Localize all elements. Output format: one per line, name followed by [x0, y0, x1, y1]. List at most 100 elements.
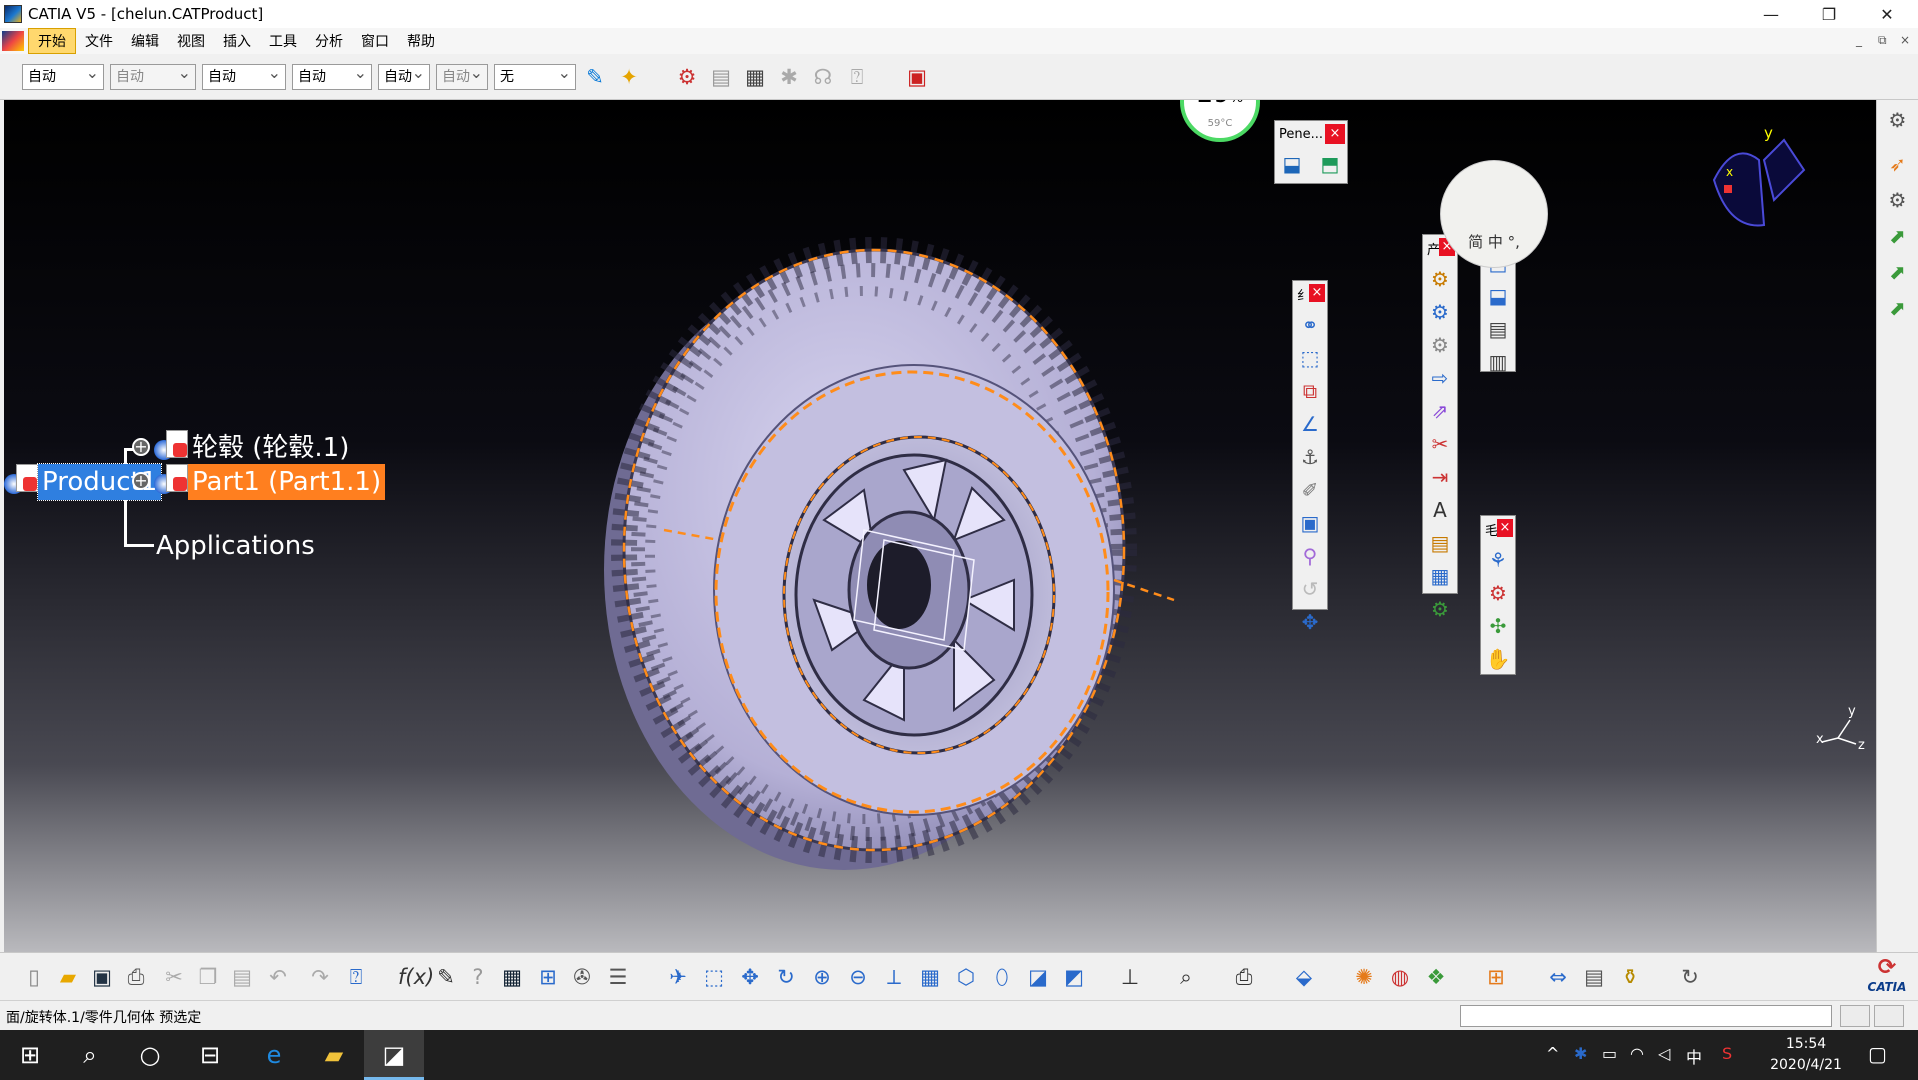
undo-icon[interactable]: ↶	[264, 963, 292, 991]
menu-help[interactable]: 帮助	[398, 29, 444, 53]
task-view-icon[interactable]: ⊟	[180, 1030, 240, 1080]
rendering-style-select[interactable]: 自动	[436, 61, 488, 90]
zoom-in-icon[interactable]: ⊕	[808, 963, 836, 991]
painter-icon[interactable]: ✎	[582, 64, 608, 90]
menu-tools[interactable]: 工具	[260, 29, 306, 53]
formula-icon[interactable]: ⍰	[844, 64, 870, 90]
fix-together-icon[interactable]: ✐	[1295, 475, 1325, 505]
texture-icon[interactable]: ❖	[1422, 963, 1450, 991]
angle-icon[interactable]: ∠	[1295, 409, 1325, 439]
new-product-icon[interactable]: ⚙	[1425, 297, 1455, 327]
existing-component-icon[interactable]: ⇨	[1425, 363, 1455, 393]
clock[interactable]: 15:54 2020/4/21	[1754, 1034, 1858, 1076]
tray-volume-icon[interactable]: ◁	[1658, 1044, 1670, 1063]
space-analysis-close-button[interactable]: ×	[1497, 519, 1513, 537]
power-input[interactable]	[1460, 1005, 1832, 1027]
color-select[interactable]: 自动	[22, 61, 104, 90]
rotate-icon[interactable]: ↻	[772, 963, 800, 991]
sectioning-icon[interactable]: ⚙	[1483, 578, 1513, 608]
knowledge-icon[interactable]: ☊	[810, 64, 836, 90]
ime-floating-widget[interactable]: 简 中 °,	[1440, 160, 1548, 268]
power-input-btn-1[interactable]	[1840, 1005, 1870, 1027]
print-icon[interactable]: ⎙	[122, 963, 150, 991]
menu-insert[interactable]: 插入	[214, 29, 260, 53]
doc-restore-button[interactable]: ⧉	[1878, 33, 1887, 48]
open-file-icon[interactable]: ▰	[54, 963, 82, 991]
zoom-out-icon[interactable]: ⊖	[844, 963, 872, 991]
select-filter-icon[interactable]: ⚙	[1883, 185, 1913, 215]
image-capture-icon[interactable]: ⎙	[1230, 963, 1258, 991]
doc-close-button[interactable]: ×	[1900, 33, 1910, 47]
reuse-pattern-icon[interactable]: ↺	[1295, 574, 1325, 604]
tray-chevron-icon[interactable]: ^	[1546, 1044, 1559, 1063]
layer-select[interactable]: 无	[494, 61, 576, 90]
close-button[interactable]: ✕	[1858, 0, 1916, 28]
paste-icon[interactable]: ▤	[228, 963, 256, 991]
contact-icon[interactable]: ⬚	[1295, 343, 1325, 373]
capture-camera-icon[interactable]: ⌕	[1172, 963, 1200, 991]
multi-view-icon[interactable]: ▦	[916, 963, 944, 991]
tree-node-part1[interactable]: Part1 (Part1.1)	[188, 464, 386, 500]
new-component-icon[interactable]: ⚙	[1425, 264, 1455, 294]
open-catalog-icon[interactable]: ▤	[708, 64, 734, 90]
knowledge-param-icon[interactable]: ?	[464, 963, 492, 991]
catia-menu-logo-icon[interactable]	[2, 31, 24, 51]
selective-load-icon[interactable]: ▤	[1425, 528, 1455, 558]
power-input-btn-2[interactable]	[1874, 1005, 1904, 1027]
menu-file[interactable]: 文件	[76, 29, 122, 53]
tray-battery-icon[interactable]: ▭	[1602, 1044, 1617, 1063]
catia-taskbar-icon[interactable]: ◪	[364, 1030, 424, 1080]
tree-node-applications[interactable]: Applications	[152, 528, 319, 564]
new-part-icon[interactable]: ⚙	[1425, 330, 1455, 360]
offset-icon[interactable]: ⧉	[1295, 376, 1325, 406]
tray-sogou-icon[interactable]: S	[1722, 1044, 1732, 1063]
insert-product-icon[interactable]: ⬈	[1883, 257, 1913, 287]
redo-icon[interactable]: ↷	[306, 963, 334, 991]
isometric-view-icon[interactable]: ⬡	[952, 963, 980, 991]
start-windows-icon[interactable]: ⊞	[0, 1030, 60, 1080]
catalog-icon[interactable]: ⚙	[674, 64, 700, 90]
analysis-table-icon[interactable]: ☰	[604, 963, 632, 991]
brush-icon[interactable]: ✦	[616, 64, 642, 90]
explode-icon[interactable]: ▤	[1483, 314, 1513, 344]
tray-bluetooth-icon[interactable]: ✱	[1574, 1044, 1587, 1063]
update-icon[interactable]: ✥	[1295, 607, 1325, 637]
menu-start[interactable]: 开始	[28, 28, 76, 54]
catalog-browser-icon[interactable]: ▤	[1580, 963, 1608, 991]
render-icon[interactable]: ✺	[1350, 963, 1378, 991]
maximize-button[interactable]: ❐	[1800, 0, 1858, 28]
generate-numbering-icon[interactable]: A	[1425, 495, 1455, 525]
tree-node-hub[interactable]: 轮毂 (轮毂.1)	[188, 430, 353, 466]
law-icon[interactable]: ⊞	[534, 963, 562, 991]
tray-ime-language[interactable]: 中	[1686, 1044, 1702, 1068]
expand-plus-icon[interactable]: +	[132, 472, 150, 490]
select-arrow-icon[interactable]: ➶	[1883, 149, 1913, 179]
normal-view-icon[interactable]: ⟂	[880, 963, 908, 991]
snap-icon[interactable]: ⬓	[1483, 281, 1513, 311]
fit-all-icon[interactable]: ⬚	[700, 963, 728, 991]
new-file-icon[interactable]: ▯	[20, 963, 48, 991]
line-type-select[interactable]: 自动	[292, 61, 372, 90]
expand-plus-icon[interactable]: +	[132, 438, 150, 456]
file-explorer-icon[interactable]: ▰	[304, 1030, 364, 1080]
menu-analyze[interactable]: 分析	[306, 29, 352, 53]
dimension-icon[interactable]: ⇔	[1544, 963, 1572, 991]
fly-mode-icon[interactable]: ✈	[664, 963, 692, 991]
apply-material-icon[interactable]: ◍	[1386, 963, 1414, 991]
menu-window[interactable]: 窗口	[352, 29, 398, 53]
analysis-icon[interactable]: ▦	[742, 64, 768, 90]
menu-view[interactable]: 视图	[168, 29, 214, 53]
edge-browser-icon[interactable]: e	[244, 1030, 304, 1080]
replace-component-icon[interactable]: ✂	[1425, 429, 1455, 459]
component-icon[interactable]: ✱	[776, 64, 802, 90]
stop-manipulate-icon[interactable]: ▥	[1483, 347, 1513, 377]
manage-representations-icon[interactable]: ▦	[1425, 561, 1455, 591]
penetration-close-button[interactable]: ×	[1325, 124, 1345, 144]
app-switch-icon[interactable]: ▣	[904, 64, 930, 90]
existing-positioning-icon[interactable]: ⇗	[1425, 396, 1455, 426]
3d-viewport[interactable]: Product1 + 轮毂 (轮毂.1) + Part1 (Part1.1) A…	[4, 100, 1876, 952]
multi-instantiation-icon[interactable]: ⚙	[1425, 594, 1455, 624]
save-icon[interactable]: ▣	[88, 963, 116, 991]
quick-constraint-icon[interactable]: ▣	[1295, 508, 1325, 538]
clash-icon[interactable]: ⚘	[1483, 545, 1513, 575]
